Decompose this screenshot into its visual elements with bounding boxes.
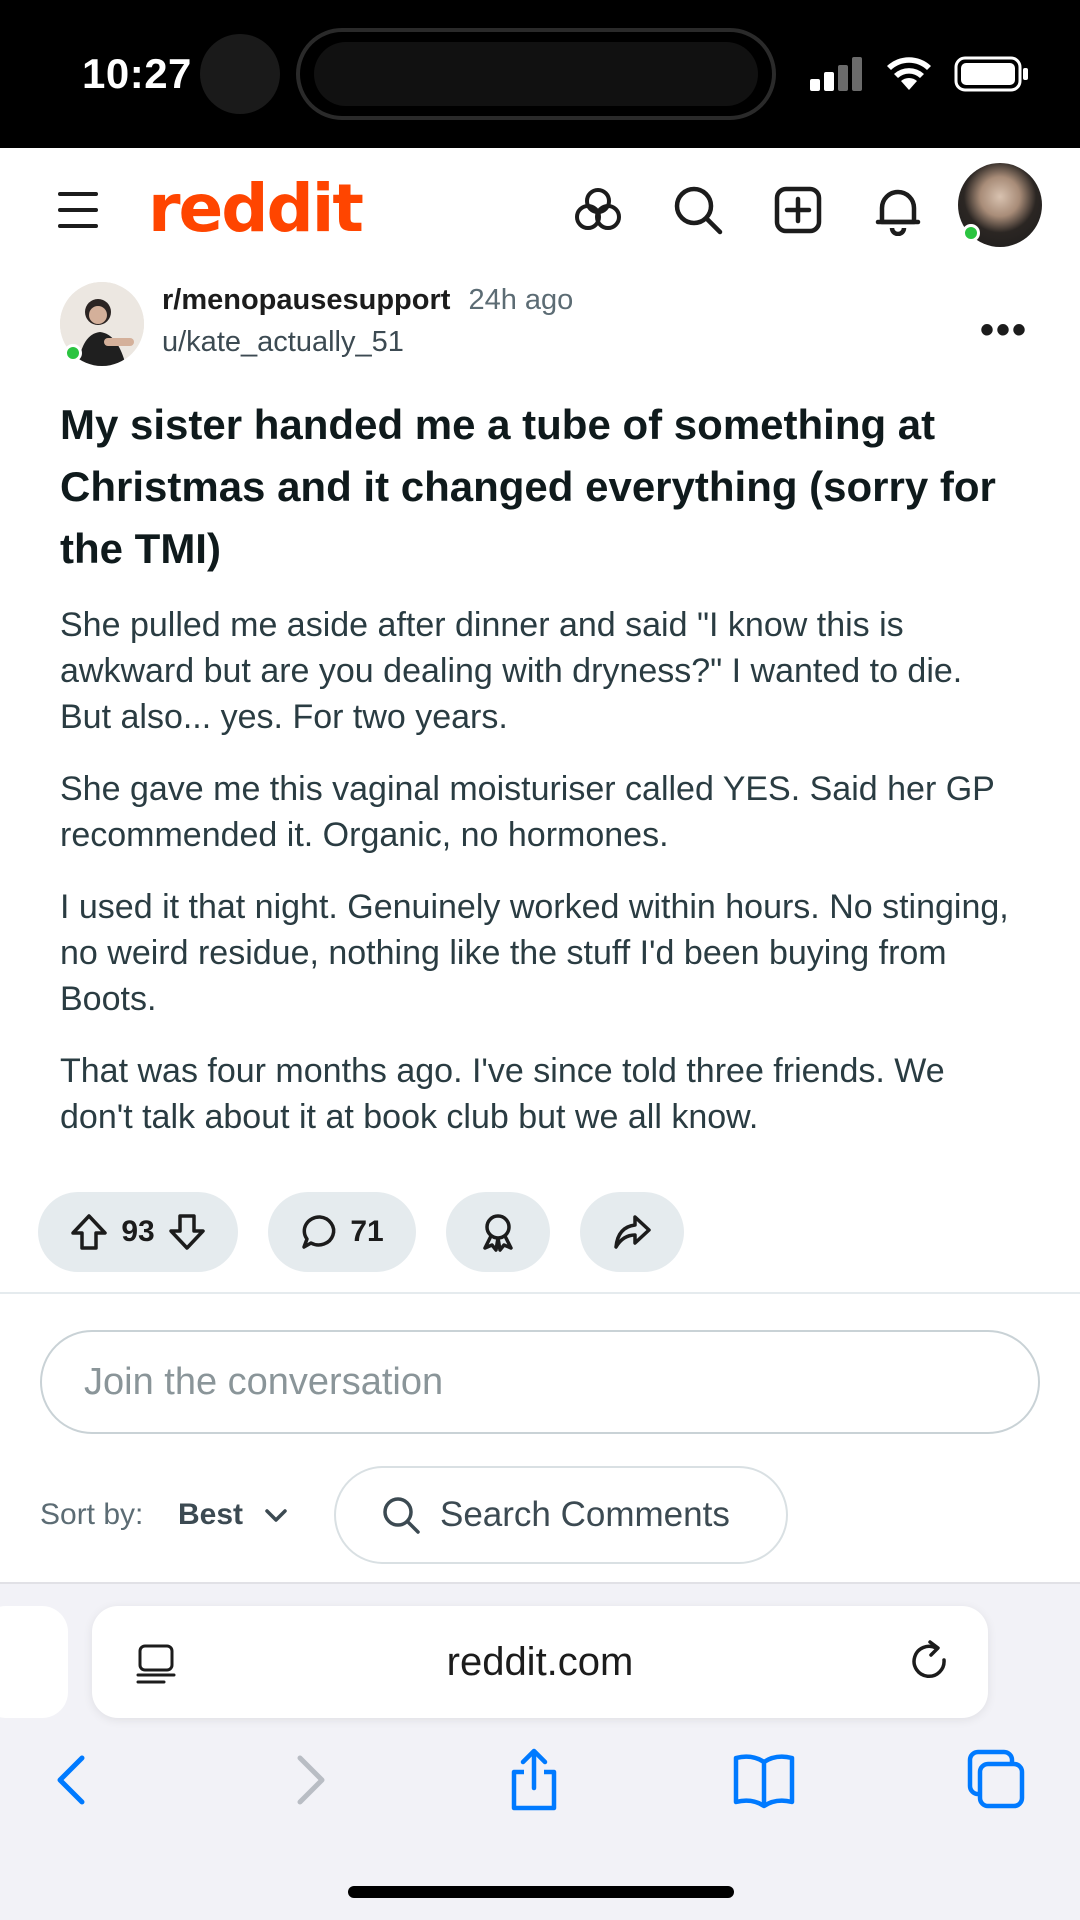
author-link[interactable]: u/kate_actually_51 xyxy=(162,326,404,359)
post-title: My sister handed me a tube of something … xyxy=(60,401,996,572)
home-indicator[interactable] xyxy=(348,1886,734,1898)
status-time: 10:27 xyxy=(82,50,192,97)
comment-count: 71 xyxy=(350,1215,384,1248)
upvote-icon[interactable] xyxy=(69,1212,109,1252)
status-bar: 10:27 xyxy=(0,0,1080,148)
create-post-icon[interactable] xyxy=(772,184,824,236)
bookmarks-icon[interactable] xyxy=(732,1748,796,1812)
post-paragraph: She gave me this vaginal moisturiser cal… xyxy=(60,770,995,854)
vote-pill: 93 xyxy=(38,1192,238,1272)
comment-icon xyxy=(302,1215,336,1249)
communities-icon[interactable] xyxy=(572,184,624,236)
reload-icon[interactable] xyxy=(906,1638,954,1686)
comments-button[interactable]: 71 xyxy=(268,1192,416,1272)
search-comments-label: Search Comments xyxy=(440,1495,730,1534)
more-options-icon[interactable]: ••• xyxy=(980,308,1028,353)
tabs-icon[interactable] xyxy=(964,1748,1028,1812)
award-icon xyxy=(483,1214,513,1252)
share-button[interactable] xyxy=(580,1192,684,1272)
post-paragraph: I used it that night. Genuinely worked w… xyxy=(60,888,1009,1018)
subreddit-link[interactable]: r/menopausesupport xyxy=(162,284,450,316)
browser-toolbar: reddit.com xyxy=(0,1582,1080,1920)
search-icon xyxy=(383,1497,420,1534)
search-icon[interactable] xyxy=(672,184,724,236)
share-icon[interactable] xyxy=(502,1748,566,1812)
post-body: She pulled me aside after dinner and sai… xyxy=(60,602,1020,1166)
section-divider xyxy=(0,1292,1080,1294)
camera-indicator xyxy=(200,34,280,114)
reddit-logo[interactable]: reddit xyxy=(148,170,364,247)
join-conversation-input[interactable] xyxy=(40,1330,1040,1434)
dynamic-island xyxy=(296,28,776,120)
downvote-icon[interactable] xyxy=(167,1212,207,1252)
online-status-dot xyxy=(962,224,980,242)
award-button[interactable] xyxy=(446,1192,550,1272)
battery-icon xyxy=(954,56,1028,92)
vote-count: 93 xyxy=(121,1215,155,1248)
sort-label: Sort by: xyxy=(40,1498,144,1531)
cellular-signal-icon xyxy=(810,57,862,91)
post-paragraph: She pulled me aside after dinner and sai… xyxy=(60,606,963,736)
address-bar[interactable]: reddit.com xyxy=(92,1606,988,1718)
author-online-dot xyxy=(64,344,82,362)
search-comments-button[interactable]: Search Comments xyxy=(334,1466,788,1564)
wifi-icon xyxy=(887,57,931,90)
post-paragraph: That was four months ago. I've since tol… xyxy=(60,1052,945,1136)
url-text: reddit.com xyxy=(446,1640,634,1684)
share-arrow-icon xyxy=(614,1215,651,1249)
forward-icon[interactable] xyxy=(276,1748,340,1812)
notifications-icon[interactable] xyxy=(872,184,924,236)
back-icon[interactable] xyxy=(42,1748,106,1812)
chevron-down-icon[interactable] xyxy=(262,1504,290,1528)
post-actions: 93 71 xyxy=(38,1192,684,1272)
menu-icon[interactable] xyxy=(58,190,102,230)
status-icons xyxy=(810,52,1030,96)
previous-tab-peek[interactable] xyxy=(0,1606,68,1718)
post-time: 24h ago xyxy=(468,284,574,316)
reddit-header: reddit xyxy=(0,148,1080,272)
post-meta: r/menopausesupport 24h ago xyxy=(162,284,573,317)
sort-dropdown[interactable]: Best xyxy=(178,1498,243,1532)
